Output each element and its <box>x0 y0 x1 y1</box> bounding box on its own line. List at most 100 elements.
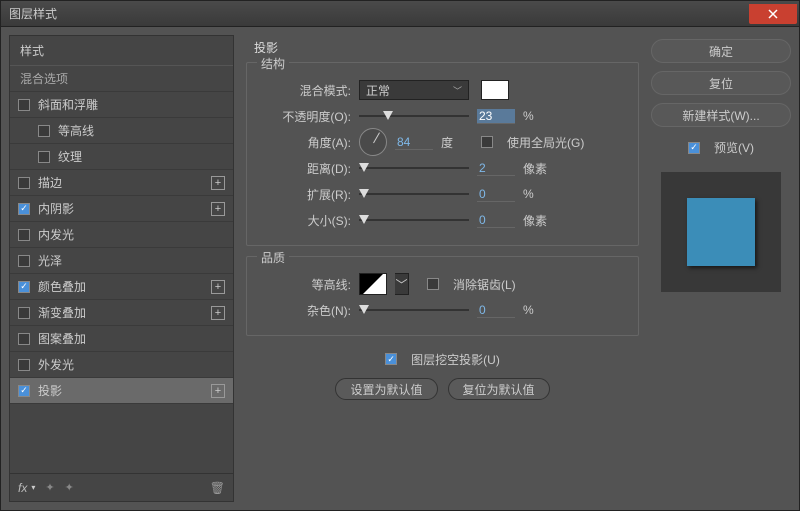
color-swatch[interactable] <box>481 80 509 100</box>
style-label: 光泽 <box>38 252 225 269</box>
style-item-2[interactable]: 纹理 <box>10 144 233 170</box>
style-item-10[interactable]: 外发光 <box>10 352 233 378</box>
style-checkbox[interactable] <box>18 255 30 267</box>
size-slider[interactable] <box>359 212 469 228</box>
style-checkbox[interactable] <box>18 385 30 397</box>
contour-picker[interactable] <box>359 273 387 295</box>
add-effect-icon[interactable]: + <box>211 202 225 216</box>
add-effect-icon[interactable]: + <box>211 280 225 294</box>
add-effect-icon[interactable]: + <box>211 306 225 320</box>
new-style-button[interactable]: 新建样式(W)... <box>651 103 791 127</box>
distance-value[interactable]: 2 <box>477 161 515 176</box>
style-checkbox[interactable] <box>18 359 30 371</box>
spread-slider[interactable] <box>359 186 469 202</box>
style-item-7[interactable]: 颜色叠加+ <box>10 274 233 300</box>
cancel-button[interactable]: 复位 <box>651 71 791 95</box>
contour-label: 等高线: <box>259 276 351 293</box>
knockout-label: 图层挖空投影(U) <box>411 351 500 368</box>
global-light-label: 使用全局光(G) <box>507 134 584 151</box>
preview-box <box>661 172 781 292</box>
style-item-11[interactable]: 投影+ <box>10 378 233 404</box>
arrow-up-icon[interactable]: ✦ <box>45 481 54 494</box>
styles-panel: 样式 混合选项 斜面和浮雕等高线纹理描边+内阴影+内发光光泽颜色叠加+渐变叠加+… <box>9 35 234 502</box>
settings-panel: 投影 结构 混合模式: 正常 ﹀ 不透明度(O): 23 % <box>242 35 643 502</box>
fx-icon[interactable]: fx <box>18 481 27 495</box>
style-item-0[interactable]: 斜面和浮雕 <box>10 92 233 118</box>
preview-label: 预览(V) <box>714 139 754 156</box>
noise-unit: % <box>523 303 555 317</box>
style-label: 内阴影 <box>38 200 211 217</box>
close-button[interactable] <box>749 4 797 24</box>
style-item-6[interactable]: 光泽 <box>10 248 233 274</box>
noise-slider[interactable] <box>359 302 469 318</box>
style-checkbox[interactable] <box>38 125 50 137</box>
reset-default-button[interactable]: 复位为默认值 <box>448 378 550 400</box>
style-item-4[interactable]: 内阴影+ <box>10 196 233 222</box>
quality-group: 品质 等高线: ﹀ 消除锯齿(L) 杂色(N): 0 % <box>246 256 639 336</box>
preview-checkbox[interactable] <box>688 142 700 154</box>
noise-value[interactable]: 0 <box>477 303 515 318</box>
style-checkbox[interactable] <box>18 281 30 293</box>
style-label: 投影 <box>38 382 211 399</box>
opacity-slider[interactable] <box>359 108 469 124</box>
styles-header[interactable]: 样式 <box>10 36 233 65</box>
style-checkbox[interactable] <box>18 203 30 215</box>
style-label: 等高线 <box>58 122 225 139</box>
style-checkbox[interactable] <box>38 151 50 163</box>
chevron-down-icon: ﹀ <box>395 276 407 293</box>
preview-swatch <box>687 198 755 266</box>
set-default-button[interactable]: 设置为默认值 <box>335 378 437 400</box>
contour-dropdown[interactable]: ﹀ <box>395 273 409 295</box>
action-panel: 确定 复位 新建样式(W)... 预览(V) <box>651 35 791 502</box>
quality-label: 品质 <box>257 249 289 266</box>
style-label: 颜色叠加 <box>38 278 211 295</box>
blend-mode-label: 混合模式: <box>259 82 351 99</box>
style-label: 图案叠加 <box>38 330 225 347</box>
blend-mode-select[interactable]: 正常 ﹀ <box>359 80 469 100</box>
style-checkbox[interactable] <box>18 177 30 189</box>
style-checkbox[interactable] <box>18 229 30 241</box>
trash-icon[interactable]: 🗑 <box>210 481 225 495</box>
spread-value[interactable]: 0 <box>477 187 515 202</box>
angle-dial[interactable] <box>359 128 387 156</box>
opacity-value[interactable]: 23 <box>477 109 515 124</box>
global-light-checkbox[interactable] <box>481 136 493 148</box>
antialias-label: 消除锯齿(L) <box>453 276 516 293</box>
opacity-unit: % <box>523 109 555 123</box>
add-effect-icon[interactable]: + <box>211 384 225 398</box>
style-item-3[interactable]: 描边+ <box>10 170 233 196</box>
structure-label: 结构 <box>257 55 289 72</box>
antialias-checkbox[interactable] <box>427 278 439 290</box>
style-checkbox[interactable] <box>18 307 30 319</box>
noise-label: 杂色(N): <box>259 302 351 319</box>
size-value[interactable]: 0 <box>477 213 515 228</box>
close-icon <box>768 9 778 19</box>
style-item-8[interactable]: 渐变叠加+ <box>10 300 233 326</box>
angle-label: 角度(A): <box>259 134 351 151</box>
style-checkbox[interactable] <box>18 99 30 111</box>
section-title: 投影 <box>254 39 639 56</box>
style-item-9[interactable]: 图案叠加 <box>10 326 233 352</box>
spread-label: 扩展(R): <box>259 186 351 203</box>
style-item-1[interactable]: 等高线 <box>10 118 233 144</box>
opacity-label: 不透明度(O): <box>259 108 351 125</box>
add-effect-icon[interactable]: + <box>211 176 225 190</box>
knockout-checkbox[interactable] <box>385 353 397 365</box>
ok-button[interactable]: 确定 <box>651 39 791 63</box>
arrow-down-icon[interactable]: ✦ <box>65 481 74 494</box>
style-item-5[interactable]: 内发光 <box>10 222 233 248</box>
size-unit: 像素 <box>523 212 555 229</box>
panel-footer: fx ▾ ✦ ✦ 🗑 <box>10 473 233 501</box>
style-label: 描边 <box>38 174 211 191</box>
style-label: 内发光 <box>38 226 225 243</box>
style-label: 斜面和浮雕 <box>38 96 225 113</box>
distance-unit: 像素 <box>523 160 555 177</box>
chevron-down-icon: ﹀ <box>453 84 462 97</box>
style-label: 渐变叠加 <box>38 304 211 321</box>
distance-slider[interactable] <box>359 160 469 176</box>
blend-options-header[interactable]: 混合选项 <box>10 65 233 92</box>
angle-value[interactable]: 84 <box>395 135 433 150</box>
fx-menu-icon[interactable]: ▾ <box>31 483 35 492</box>
spread-unit: % <box>523 187 555 201</box>
style-checkbox[interactable] <box>18 333 30 345</box>
